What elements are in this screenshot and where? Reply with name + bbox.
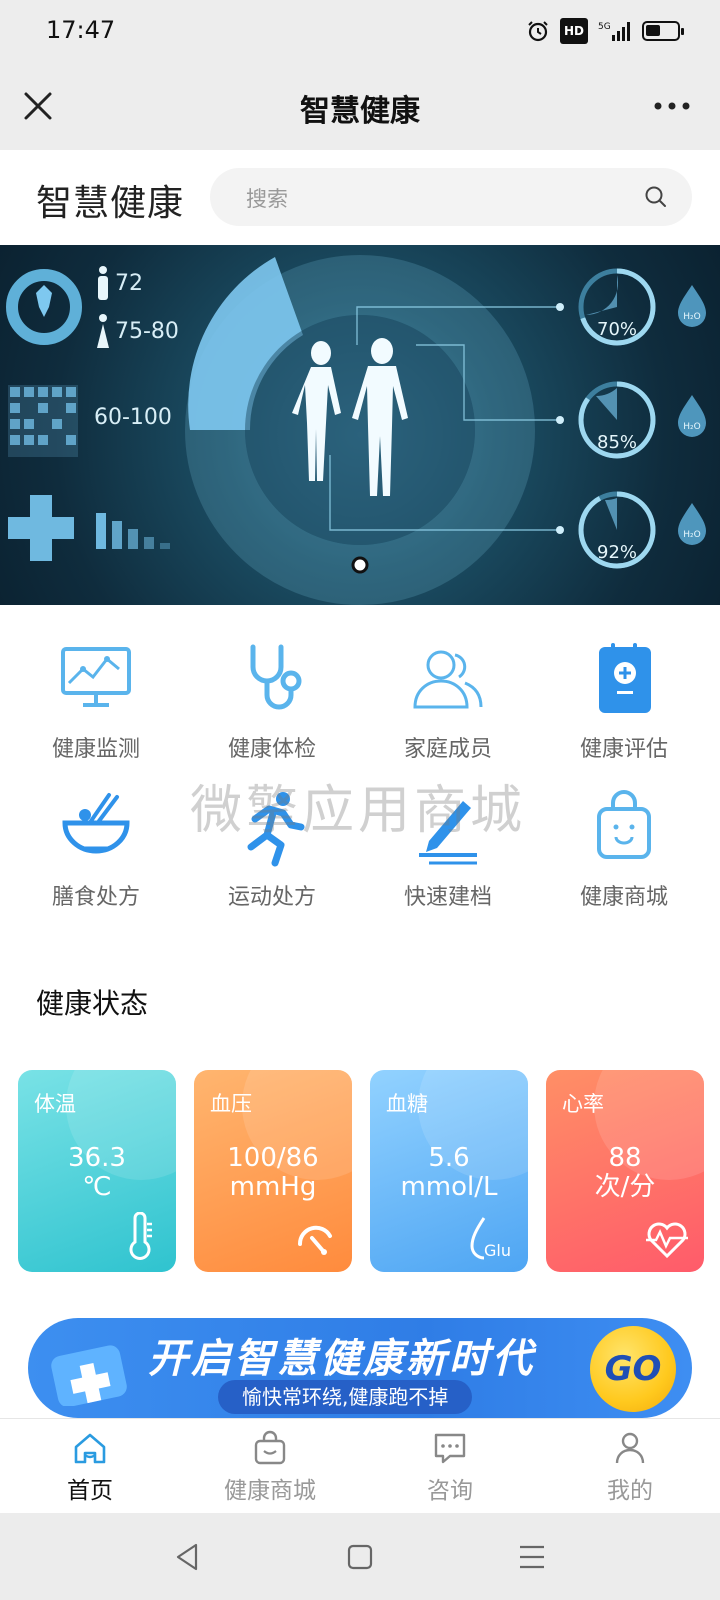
card-value: 5.6 mmol/L — [370, 1144, 528, 1202]
grid-item-label: 健康评估 — [579, 737, 668, 762]
status-bar: 17:47 HD 5G — [0, 0, 720, 62]
page-header: 智慧健康 搜索 — [0, 150, 720, 245]
card-title: 血糖 — [386, 1092, 428, 1116]
promo-banner[interactable]: 开启智慧健康新时代 愉快常环绕,健康跑不掉 GO — [28, 1318, 692, 1418]
card-value-number: 5.6 — [428, 1143, 470, 1173]
grid-item-health-checkup[interactable]: 健康体检 — [184, 635, 360, 763]
bowl-chopsticks-icon — [62, 793, 130, 854]
chat-icon — [434, 1433, 466, 1464]
user-icon — [615, 1432, 645, 1464]
tab-label: 我的 — [607, 1478, 653, 1504]
promo-title: 开启智慧健康新时代 — [148, 1336, 535, 1382]
section-title-health-status: 健康状态 — [36, 987, 149, 1020]
family-icon — [413, 650, 483, 709]
monitor-chart-icon — [61, 647, 131, 707]
card-value-unit: 次/分 — [594, 1172, 656, 1202]
banner-label: 60-100 — [94, 405, 172, 430]
thermometer-icon — [129, 1212, 152, 1260]
card-value-number: 36.3 — [68, 1143, 126, 1173]
card-value-unit: mmol/L — [400, 1172, 498, 1202]
drop-label: H₂O — [683, 312, 700, 322]
stethoscope-icon — [250, 644, 302, 710]
status-time: 17:47 — [46, 16, 116, 44]
tab-profile[interactable]: 我的 — [540, 1419, 720, 1514]
system-nav-bar — [0, 1513, 720, 1600]
nav-title: 智慧健康 — [300, 94, 420, 129]
grid-item-label: 运动处方 — [227, 885, 316, 910]
tab-label: 健康商城 — [224, 1478, 316, 1504]
promo-subtitle: 愉快常环绕,健康跑不掉 — [218, 1380, 473, 1414]
grid-item-health-monitoring[interactable]: 健康监测 — [8, 635, 184, 763]
card-value-unit: ℃ — [82, 1172, 112, 1202]
banner-label: 72 — [115, 271, 143, 296]
hero-banner[interactable]: H₂O H₂O H₂O 72 75-80 60-100 70% 85% 92% — [0, 245, 720, 605]
signal-icon: 5G — [598, 18, 632, 44]
banner-percent: 70% — [597, 319, 638, 340]
grid-item-diet-prescription[interactable]: 膳食处方 — [8, 783, 184, 911]
network-label: 5G — [598, 22, 611, 32]
search-icon[interactable] — [644, 185, 668, 209]
drop-label: H₂O — [683, 530, 700, 540]
grid-item-label: 家庭成员 — [403, 737, 492, 762]
grid-item-label: 健康商城 — [579, 885, 668, 910]
first-aid-kit-icon — [51, 1345, 127, 1406]
grid-item-family-members[interactable]: 家庭成员 — [360, 635, 536, 763]
health-card-heart-rate[interactable]: 心率 88 次/分 — [546, 1070, 704, 1272]
card-value: 36.3 ℃ — [18, 1144, 176, 1202]
tab-label: 咨询 — [427, 1478, 473, 1504]
status-icons: HD 5G — [526, 18, 684, 44]
brand-title: 智慧健康 — [36, 183, 185, 224]
gauge-icon — [297, 1225, 332, 1255]
grid-item-health-mall[interactable]: 健康商城 — [536, 783, 712, 911]
tab-consult[interactable]: 咨询 — [360, 1419, 540, 1514]
bottom-tab-bar: 首页 健康商城 咨询 我的 — [0, 1418, 720, 1513]
health-card-blood-pressure[interactable]: 血压 100/86 mmHg — [194, 1070, 352, 1272]
go-button[interactable]: GO — [590, 1326, 676, 1412]
carousel-dot — [351, 556, 369, 574]
battery-icon — [642, 18, 684, 44]
card-title: 血压 — [210, 1092, 252, 1116]
back-icon[interactable] — [170, 1539, 206, 1575]
clipboard-plus-icon — [599, 643, 651, 713]
tab-home[interactable]: 首页 — [0, 1419, 180, 1514]
drop-label: H₂O — [683, 422, 700, 432]
health-card-blood-glucose[interactable]: 血糖 5.6 mmol/L Glu — [370, 1070, 528, 1272]
shopping-bag-icon — [597, 790, 651, 859]
grid-item-label: 健康体检 — [227, 737, 316, 762]
nav-bar: 智慧健康 — [0, 62, 720, 150]
card-value: 88 次/分 — [546, 1144, 704, 1202]
card-value-number: 100/86 — [227, 1143, 319, 1173]
more-options-icon[interactable] — [650, 92, 694, 120]
grid-item-label: 快速建档 — [403, 885, 492, 910]
banner-label: 75-80 — [115, 319, 179, 344]
watermark: 微擎应用商城 — [190, 781, 527, 841]
grid-item-health-assessment[interactable]: 健康评估 — [536, 635, 712, 763]
tab-health-mall[interactable]: 健康商城 — [180, 1419, 360, 1514]
grid-item-label: 膳食处方 — [51, 885, 140, 910]
alarm-icon — [526, 18, 550, 44]
search-placeholder: 搜索 — [246, 187, 288, 211]
banner-percent: 85% — [597, 432, 638, 453]
menu-icon[interactable] — [514, 1539, 550, 1575]
heart-pulse-icon — [646, 1222, 688, 1259]
glucose-drop-icon: Glu — [470, 1217, 511, 1260]
card-value: 100/86 mmHg — [194, 1144, 352, 1202]
tab-label: 首页 — [67, 1478, 113, 1504]
grid-item-label: 健康监测 — [51, 737, 140, 762]
search-input[interactable]: 搜索 — [210, 168, 692, 226]
hd-badge: HD — [559, 18, 588, 44]
home-icon — [74, 1433, 106, 1464]
card-title: 体温 — [34, 1092, 76, 1116]
bag-icon — [254, 1430, 286, 1465]
card-value-number: 88 — [608, 1143, 642, 1173]
home-button-icon[interactable] — [342, 1539, 378, 1575]
banner-percent: 92% — [597, 542, 638, 563]
svg-text:Glu: Glu — [484, 1241, 511, 1260]
card-value-unit: mmHg — [229, 1172, 317, 1202]
health-card-temperature[interactable]: 体温 36.3 ℃ — [18, 1070, 176, 1272]
card-title: 心率 — [562, 1092, 604, 1116]
